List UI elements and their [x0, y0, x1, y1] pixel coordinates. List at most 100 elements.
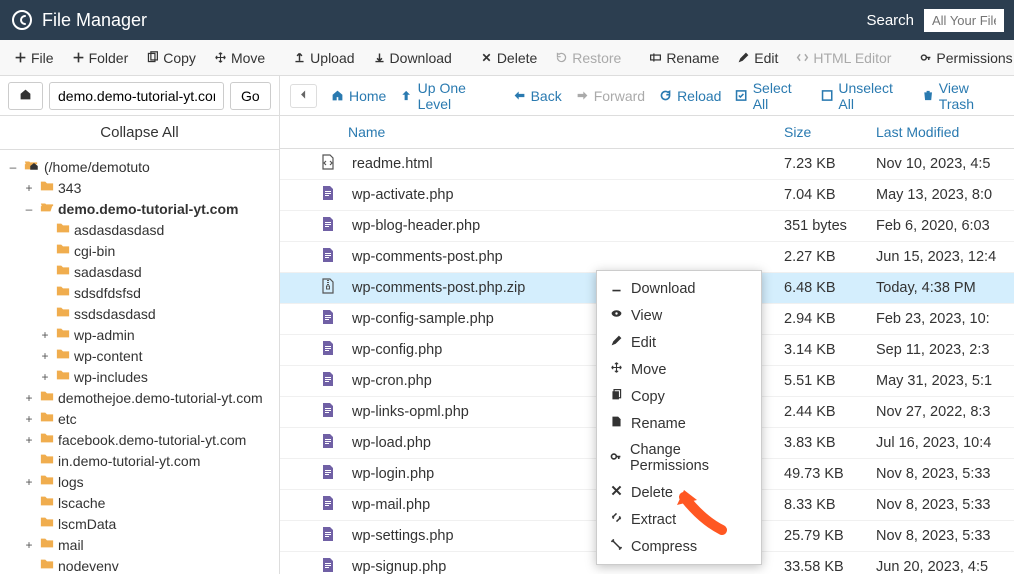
context-move[interactable]: Move — [597, 356, 761, 383]
folder-open-icon — [40, 200, 54, 214]
tree-toggle[interactable]: – — [22, 202, 36, 216]
tree-toggle[interactable]: + — [22, 181, 36, 195]
tree-item[interactable]: in.demo-tutorial-yt.com — [0, 450, 279, 471]
file-row[interactable]: wp-activate.php7.04 KBMay 13, 2023, 8:0 — [280, 180, 1014, 211]
tree-label: nodevenv — [58, 558, 119, 574]
collapse-sidebar-toggle[interactable] — [290, 84, 317, 108]
file-date: Nov 27, 2022, 8:3 — [876, 404, 1004, 420]
restore-icon — [555, 51, 568, 64]
toolbar-copy[interactable]: Copy — [138, 46, 204, 70]
context-view[interactable]: View — [597, 302, 761, 329]
file-date: Jul 16, 2023, 10:4 — [876, 435, 1004, 451]
tree-toggle[interactable]: – — [6, 160, 20, 174]
action-select-all[interactable]: Select All — [735, 80, 807, 112]
tree-item[interactable]: asdasdasdasd — [0, 219, 279, 240]
action-unselect-all[interactable]: Unselect All — [821, 80, 907, 112]
php-file-icon — [320, 247, 336, 263]
toolbar-folder[interactable]: Folder — [64, 46, 137, 70]
context-rename[interactable]: Rename — [597, 410, 761, 437]
tree-item[interactable]: sadasdasd — [0, 261, 279, 282]
tree-toggle[interactable]: + — [22, 433, 36, 447]
tree-item[interactable]: +343 — [0, 177, 279, 198]
tree-toggle[interactable]: + — [38, 370, 52, 384]
toolbar-download[interactable]: Download — [365, 46, 460, 70]
toolbar-move[interactable]: Move — [206, 46, 273, 70]
php-file-icon — [320, 557, 336, 573]
compress-icon — [610, 538, 623, 551]
file-row[interactable]: wp-blog-header.php351 bytesFeb 6, 2020, … — [280, 211, 1014, 242]
search-input[interactable] — [924, 9, 1004, 32]
column-size[interactable]: Size — [784, 124, 876, 140]
tree-item[interactable]: +mail — [0, 534, 279, 555]
tree-item[interactable]: cgi-bin — [0, 240, 279, 261]
tree-item[interactable]: sdsdfdsfsd — [0, 282, 279, 303]
tree-toggle[interactable]: + — [38, 349, 52, 363]
context-extract[interactable]: Extract — [597, 506, 761, 533]
file-date: Nov 8, 2023, 5:33 — [876, 497, 1004, 513]
delete-icon — [610, 484, 623, 497]
context-change-permissions[interactable]: Change Permissions — [597, 437, 761, 479]
app-title: File Manager — [42, 10, 147, 31]
context-delete[interactable]: Delete — [597, 479, 761, 506]
view-icon — [610, 307, 623, 320]
go-button[interactable]: Go — [230, 82, 271, 110]
context-copy[interactable]: Copy — [597, 383, 761, 410]
tree-item[interactable]: +facebook.demo-tutorial-yt.com — [0, 429, 279, 450]
folder-icon — [40, 515, 54, 529]
tree-item[interactable]: +wp-includes — [0, 366, 279, 387]
tree-item[interactable]: lscmData — [0, 513, 279, 534]
tree-toggle[interactable]: + — [22, 391, 36, 405]
tree-toggle[interactable]: + — [22, 538, 36, 552]
folder-icon — [40, 179, 54, 193]
tree-item[interactable]: ssdsdasdasd — [0, 303, 279, 324]
tree-label: 343 — [58, 180, 81, 196]
tree-item[interactable]: +wp-content — [0, 345, 279, 366]
back-arrow-icon — [513, 89, 526, 102]
collapse-all[interactable]: Collapse All — [0, 116, 279, 150]
action-back[interactable]: Back — [513, 88, 562, 104]
file-size: 49.73 KB — [784, 466, 876, 482]
tree-toggle[interactable]: + — [38, 328, 52, 342]
file-row[interactable]: readme.html7.23 KBNov 10, 2023, 4:5 — [280, 149, 1014, 180]
toolbar-edit[interactable]: Edit — [729, 46, 786, 70]
tree-item[interactable]: +etc — [0, 408, 279, 429]
toolbar-rename[interactable]: Rename — [641, 46, 727, 70]
folder-icon — [56, 242, 70, 256]
context-compress[interactable]: Compress — [597, 533, 761, 560]
location-input[interactable] — [49, 82, 224, 110]
action-view-trash[interactable]: View Trash — [922, 80, 1004, 112]
tree-item[interactable]: +demothejoe.demo-tutorial-yt.com — [0, 387, 279, 408]
up-arrow-icon — [400, 89, 412, 102]
move-icon — [214, 51, 227, 64]
tree-item[interactable]: – demo.demo-tutorial-yt.com — [0, 198, 279, 219]
search-label: Search — [866, 12, 914, 29]
tree-item[interactable]: lscache — [0, 492, 279, 513]
context-download[interactable]: Download — [597, 275, 761, 302]
tree-item[interactable]: nodevenv — [0, 555, 279, 574]
column-modified[interactable]: Last Modified — [876, 124, 1004, 140]
context-edit[interactable]: Edit — [597, 329, 761, 356]
toolbar-permissions[interactable]: Permissions — [911, 46, 1014, 70]
action-up[interactable]: Up One Level — [400, 80, 498, 112]
forward-arrow-icon — [576, 89, 589, 102]
checkbox-icon — [735, 89, 747, 102]
toolbar-file[interactable]: File — [6, 46, 62, 70]
tree-toggle[interactable]: + — [22, 412, 36, 426]
tree-label: sadasdasd — [74, 264, 142, 280]
html-file-icon — [320, 154, 336, 170]
tree-item[interactable]: –(/home/demotuto — [0, 156, 279, 177]
column-name[interactable]: Name — [344, 124, 784, 140]
table-header: Name Size Last Modified — [280, 116, 1014, 149]
action-reload[interactable]: Reload — [659, 88, 721, 104]
tree-item[interactable]: +wp-admin — [0, 324, 279, 345]
file-row[interactable]: wp-comments-post.php2.27 KBJun 15, 2023,… — [280, 242, 1014, 273]
tree-label: demo.demo-tutorial-yt.com — [58, 201, 238, 217]
tree-toggle[interactable]: + — [22, 475, 36, 489]
action-home[interactable]: Home — [331, 88, 386, 104]
tree-item[interactable]: +logs — [0, 471, 279, 492]
file-date: May 31, 2023, 5:1 — [876, 373, 1004, 389]
toolbar-delete[interactable]: Delete — [472, 46, 545, 70]
toolbar-upload[interactable]: Upload — [285, 46, 362, 70]
folder-icon — [40, 452, 54, 466]
home-button[interactable] — [8, 82, 43, 110]
